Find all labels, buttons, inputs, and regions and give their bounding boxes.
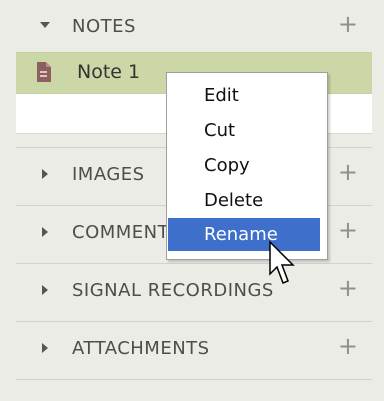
notes-section-header[interactable]: NOTES + xyxy=(16,0,372,50)
menu-item-cut[interactable]: Cut xyxy=(168,114,320,147)
chevron-right-icon xyxy=(42,343,48,353)
add-signal-recording-button[interactable]: + xyxy=(338,276,358,300)
mouse-pointer-icon xyxy=(269,240,295,284)
attachments-section-header[interactable]: ATTACHMENTS + xyxy=(16,322,372,380)
add-note-button[interactable]: + xyxy=(338,12,358,36)
chevron-right-icon xyxy=(42,169,48,179)
signal-recordings-section-header[interactable]: SIGNAL RECORDINGS + xyxy=(16,264,372,322)
menu-item-copy[interactable]: Copy xyxy=(168,149,320,182)
chevron-right-icon xyxy=(42,227,48,237)
add-image-button[interactable]: + xyxy=(338,160,358,184)
add-comment-button[interactable]: + xyxy=(338,218,358,242)
chevron-right-icon xyxy=(42,285,48,295)
section-label-images: IMAGES xyxy=(72,164,145,185)
context-menu: Edit Cut Copy Delete Rename xyxy=(166,72,328,260)
menu-item-edit[interactable]: Edit xyxy=(168,79,320,112)
section-label-signal-recordings: SIGNAL RECORDINGS xyxy=(72,280,274,301)
section-label-notes: NOTES xyxy=(72,16,136,37)
chevron-down-icon xyxy=(40,22,50,28)
section-label-comments: COMMENTS xyxy=(72,222,182,243)
menu-item-delete[interactable]: Delete xyxy=(168,184,320,217)
sidebar-panel: NOTES + Note 1 IMAGES + COMMENTS + SIGNA… xyxy=(0,0,384,401)
signal-recordings-section: SIGNAL RECORDINGS + xyxy=(16,264,372,322)
document-icon xyxy=(37,62,51,82)
add-attachment-button[interactable]: + xyxy=(338,334,358,358)
attachments-section: ATTACHMENTS + xyxy=(16,322,372,380)
section-label-attachments: ATTACHMENTS xyxy=(72,338,210,359)
note-title: Note 1 xyxy=(77,61,141,83)
